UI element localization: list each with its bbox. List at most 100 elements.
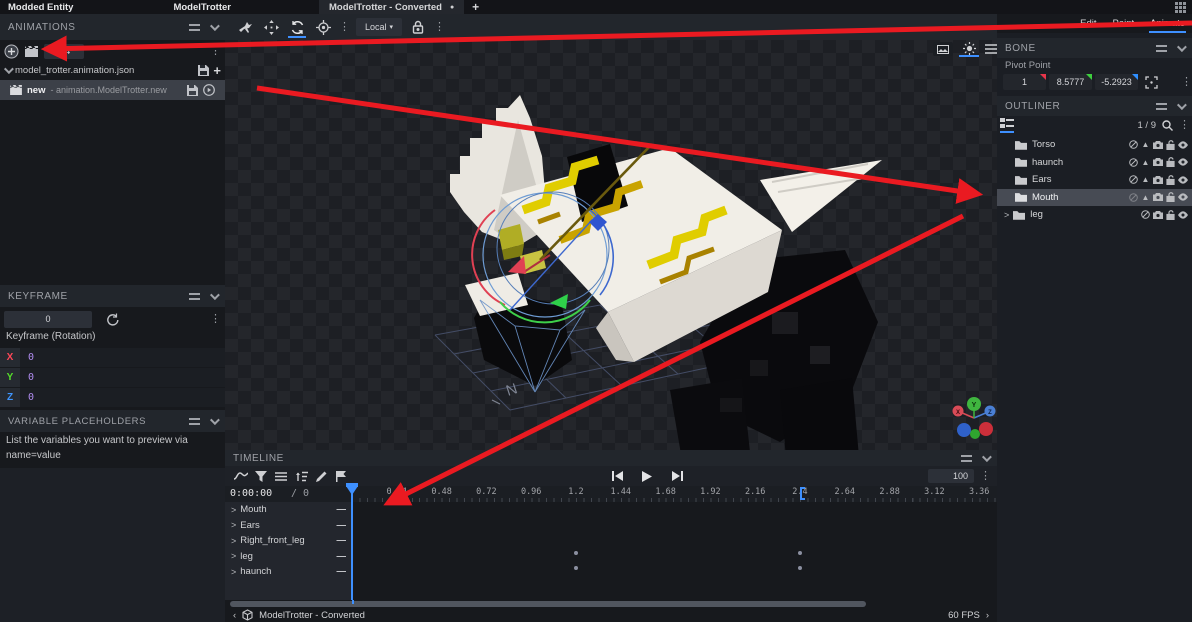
keyframe-y-row[interactable]: Y 0 <box>0 368 225 387</box>
timeline-ruler[interactable]: 0:00:00 / 0 0.24 0.48 0.72 0.96 1.2 1.44 1.68 1… <box>225 486 997 502</box>
pyramid-icon[interactable]: ▲ <box>1141 193 1151 202</box>
toolbar-menu-icon[interactable]: ⋮ <box>339 21 350 33</box>
expand-file-icon[interactable] <box>3 63 14 74</box>
pivot-tool-icon[interactable] <box>313 17 333 37</box>
add-animation-to-file-button[interactable]: + <box>213 63 221 78</box>
collapse-panel-icon[interactable] <box>1176 99 1187 110</box>
visibility-eye-icon[interactable] <box>1178 141 1188 149</box>
remove-channel-button[interactable]: — <box>337 504 347 515</box>
collapse-panel-icon[interactable] <box>209 20 220 31</box>
outliner-item-mouth[interactable]: Mouth ▲ <box>997 188 1192 206</box>
unlock-icon[interactable] <box>1166 209 1176 220</box>
visibility-eye-icon[interactable] <box>1178 158 1188 166</box>
row-menu-icon[interactable]: ⋮ <box>1181 76 1192 88</box>
collapse-panel-icon[interactable] <box>1176 41 1187 52</box>
outliner-item-leg[interactable]: > leg <box>997 206 1192 224</box>
outliner-item-torso[interactable]: Torso ▲ <box>997 136 1192 154</box>
tab-modeltrotter-converted[interactable]: ModelTrotter - Converted ● <box>318 0 465 14</box>
panel-menu-icon[interactable] <box>189 292 200 300</box>
remove-channel-button[interactable]: — <box>337 551 347 562</box>
pivot-y-input[interactable]: 8.5777 <box>1049 74 1092 90</box>
row-menu-icon[interactable]: ⋮ <box>210 313 221 325</box>
camera-icon[interactable] <box>1153 193 1163 202</box>
jump-to-end-icon[interactable] <box>667 466 687 486</box>
play-animation-icon[interactable] <box>203 84 215 96</box>
animate-toggle-icon[interactable] <box>1141 210 1151 220</box>
scrollbar-thumb[interactable] <box>230 601 866 607</box>
app-grid-icon[interactable] <box>1175 1 1186 13</box>
visibility-eye-icon[interactable] <box>1178 193 1188 201</box>
animate-toggle-icon[interactable] <box>1128 192 1138 202</box>
keyframe-time-input[interactable]: 0 <box>4 310 92 328</box>
transform-space-dropdown[interactable]: Local ▾ <box>356 18 402 36</box>
channel-ears[interactable]: > Ears — <box>225 518 352 534</box>
remove-channel-button[interactable]: — <box>337 535 347 546</box>
camera-icon[interactable] <box>1153 210 1163 219</box>
camera-icon[interactable] <box>1153 158 1163 167</box>
play-icon[interactable] <box>637 466 657 486</box>
shading-sun-icon[interactable] <box>959 41 979 57</box>
outliner-item-ears[interactable]: Ears ▲ <box>997 171 1192 189</box>
timeline-zoom-input[interactable]: 100 <box>928 469 974 483</box>
graph-editor-icon[interactable] <box>231 466 251 486</box>
panel-menu-icon[interactable] <box>189 417 200 425</box>
channel-mouth[interactable]: > Mouth — <box>225 502 352 518</box>
visibility-eye-icon[interactable] <box>1178 176 1188 184</box>
timeline-scrollbar[interactable] <box>225 600 997 608</box>
save-animation-icon[interactable] <box>187 84 198 96</box>
pyramid-icon[interactable]: ▲ <box>1141 175 1151 184</box>
expand-chevron[interactable]: > <box>1004 210 1009 220</box>
pivot-z-input[interactable]: -5.2923 <box>1095 74 1138 90</box>
channel-leg[interactable]: > leg — <box>225 549 352 565</box>
tab-paint[interactable]: Paint <box>1111 16 1135 31</box>
panel-menu-icon[interactable] <box>961 454 972 462</box>
outliner-menu-icon[interactable]: ⋮ <box>1179 120 1190 131</box>
collapse-panel-icon[interactable] <box>209 289 220 300</box>
new-tab-button[interactable]: + <box>472 0 479 14</box>
move-tool-icon[interactable] <box>261 17 281 37</box>
playhead-marker[interactable] <box>346 483 358 495</box>
keyframe-dot[interactable] <box>797 550 802 555</box>
model-3d-trotter[interactable]: N <box>420 60 900 460</box>
camera-icon[interactable] <box>1153 175 1163 184</box>
sort-channels-icon[interactable] <box>291 466 311 486</box>
animate-toggle-icon[interactable] <box>1128 157 1138 167</box>
timeline-menu-icon[interactable]: ⋮ <box>980 470 991 482</box>
search-icon[interactable] <box>1162 120 1173 131</box>
timeline-track[interactable] <box>352 502 997 600</box>
lock-motion-trail-icon[interactable] <box>408 17 428 37</box>
expand-chevron[interactable]: > <box>231 567 236 577</box>
keyframe-x-row[interactable]: X 0 <box>0 348 225 367</box>
panel-menu-icon[interactable] <box>1156 102 1167 110</box>
channel-right-front-leg[interactable]: > Right_front_leg — <box>225 533 352 549</box>
keyframe-dot[interactable] <box>573 550 578 555</box>
hierarchy-view-icon[interactable] <box>1000 118 1014 133</box>
visibility-eye-icon[interactable] <box>1178 211 1188 219</box>
add-animation-icon[interactable] <box>4 44 19 59</box>
unlock-icon[interactable] <box>1166 174 1176 185</box>
unlock-icon[interactable] <box>1166 139 1176 150</box>
remove-channel-button[interactable]: — <box>337 520 347 531</box>
animate-toggle-icon[interactable] <box>1128 140 1138 150</box>
keyframe-z-row[interactable]: Z 0 <box>0 388 225 407</box>
jump-to-start-icon[interactable] <box>607 466 627 486</box>
tab-animate[interactable]: Animate <box>1149 16 1186 33</box>
camera-icon[interactable] <box>1153 140 1163 149</box>
panel-menu-icon[interactable] <box>189 23 200 31</box>
collapse-panel-icon[interactable] <box>209 414 220 425</box>
timeline-end-marker[interactable] <box>799 487 805 500</box>
expand-chevron[interactable]: > <box>231 551 236 561</box>
view-axes-gizmo[interactable]: Y X Z <box>948 396 1000 442</box>
nav-forward-chevron[interactable]: › <box>986 610 989 621</box>
variables-textarea[interactable] <box>0 468 225 622</box>
3d-viewport[interactable]: N Y X Z <box>225 40 1000 460</box>
status-model-title[interactable]: ModelTrotter - Converted <box>259 610 365 621</box>
channel-haunch[interactable]: > haunch — <box>225 564 352 580</box>
remove-channel-button[interactable]: — <box>337 566 347 577</box>
animation-item-new[interactable]: new - animation.ModelTrotter.new <box>0 80 225 100</box>
animation-length-input[interactable]: 2.4 <box>44 43 84 59</box>
unlock-icon[interactable] <box>1166 157 1176 168</box>
animate-toggle-icon[interactable] <box>1128 175 1138 185</box>
keyframe-dot[interactable] <box>573 566 578 570</box>
outliner-item-haunch[interactable]: haunch ▲ <box>997 154 1192 172</box>
